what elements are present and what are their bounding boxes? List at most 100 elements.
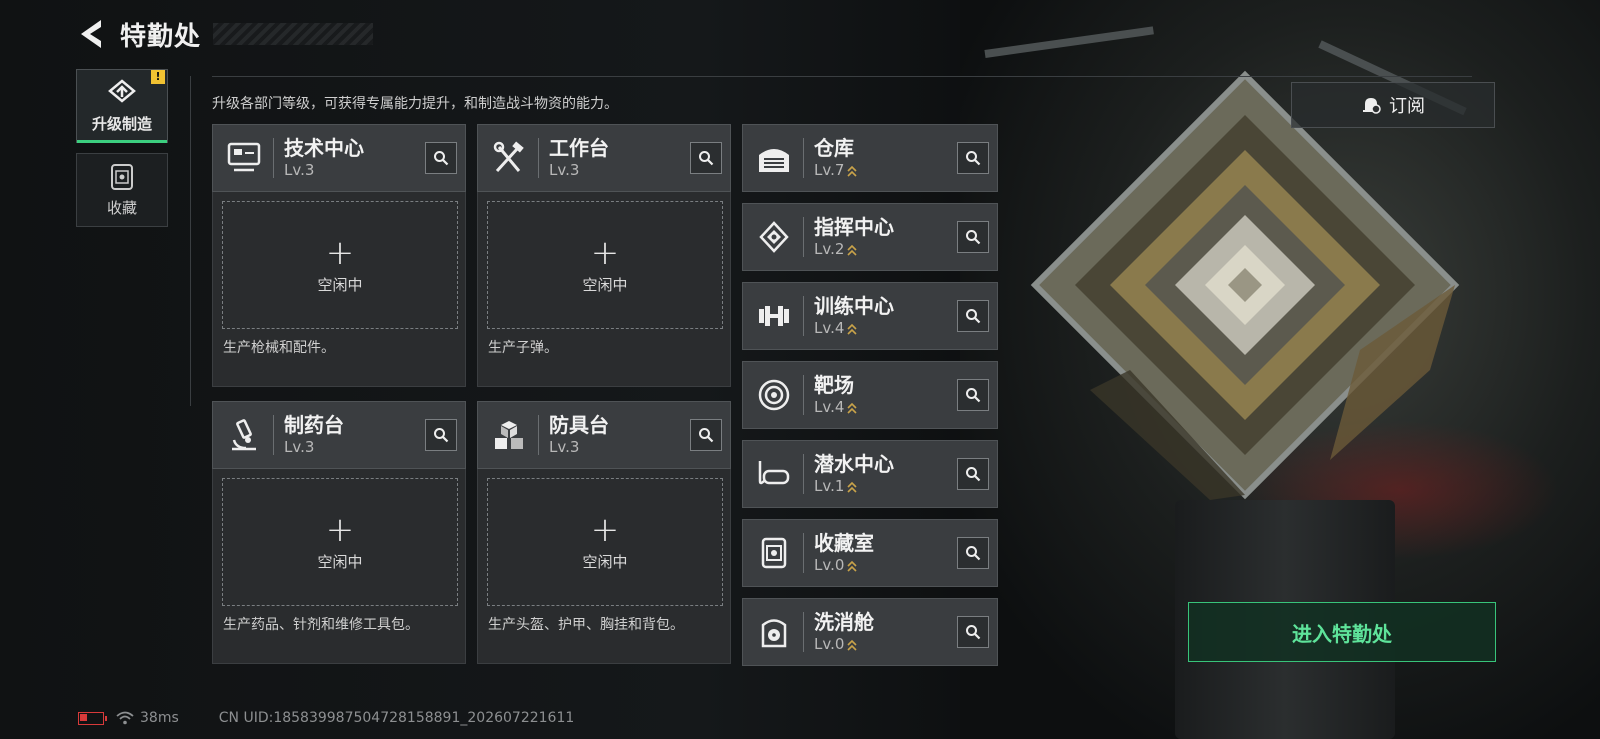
inspect-button[interactable] xyxy=(957,379,989,411)
facility-card[interactable]: 训练中心 Lv.4 xyxy=(742,282,998,350)
slot-status: 空闲中 xyxy=(317,552,363,571)
inspect-button[interactable] xyxy=(957,221,989,253)
facility-level: Lv.7 xyxy=(814,161,845,179)
slot-status: 空闲中 xyxy=(582,275,628,294)
facility-card[interactable]: 洗消舱 Lv.0 xyxy=(742,598,998,666)
facility-card[interactable]: 仓库 Lv.7 xyxy=(742,124,998,192)
bell-icon xyxy=(1363,98,1381,114)
station-description: 生产枪械和配件。 xyxy=(223,340,335,356)
collection-icon xyxy=(111,163,133,190)
facility-name: 仓库 xyxy=(814,136,854,160)
inspect-button[interactable] xyxy=(957,142,989,174)
plus-icon: + xyxy=(590,509,620,550)
production-slot[interactable]: + 空闲中 xyxy=(222,201,458,329)
level-up-icon xyxy=(847,165,857,177)
station-header[interactable]: 防具台 Lv.3 xyxy=(477,401,731,469)
level-up-icon xyxy=(847,323,857,335)
back-arrow-icon xyxy=(81,20,101,48)
station-level: Lv.3 xyxy=(284,161,315,179)
side-nav: ! 升级制造 收藏 xyxy=(76,69,168,237)
search-icon xyxy=(966,309,981,324)
station-name: 防具台 xyxy=(549,413,609,437)
station-card: 防具台 Lv.3 + 空闲中 生产头盔、护甲、胸挂和背包。 xyxy=(477,401,731,664)
slot-status: 空闲中 xyxy=(582,552,628,571)
facility-card[interactable]: 靶场 Lv.4 xyxy=(742,361,998,429)
search-icon xyxy=(434,151,449,166)
search-icon xyxy=(966,388,981,403)
subscribe-button[interactable]: 订阅 xyxy=(1291,82,1495,128)
back-button[interactable] xyxy=(78,16,106,52)
station-name: 制药台 xyxy=(284,413,344,437)
station-level: Lv.3 xyxy=(549,438,580,456)
facility-level: Lv.4 xyxy=(814,398,845,416)
facility-level: Lv.0 xyxy=(814,556,845,574)
nav-collection[interactable]: 收藏 xyxy=(76,153,168,227)
search-icon xyxy=(699,151,714,166)
facility-level: Lv.2 xyxy=(814,240,845,258)
station-description: 生产头盔、护甲、胸挂和背包。 xyxy=(488,617,684,633)
search-icon xyxy=(966,625,981,640)
target-icon xyxy=(758,379,790,411)
divider xyxy=(212,76,1472,77)
level-up-icon xyxy=(847,481,857,493)
facility-name: 靶场 xyxy=(814,373,854,397)
search-icon xyxy=(434,428,449,443)
plus-icon: + xyxy=(590,232,620,273)
facility-card[interactable]: 指挥中心 Lv.2 xyxy=(742,203,998,271)
tools-icon xyxy=(493,141,524,173)
search-icon xyxy=(966,230,981,245)
facility-name: 洗消舱 xyxy=(814,610,874,634)
station-header[interactable]: 技术中心 Lv.3 xyxy=(212,124,466,192)
decon-icon xyxy=(761,619,787,648)
facility-level: Lv.0 xyxy=(814,635,845,653)
nav-upgrade-craft[interactable]: ! 升级制造 xyxy=(76,69,168,143)
plus-icon: + xyxy=(325,232,355,273)
nav-label: 收藏 xyxy=(106,198,137,217)
station-header[interactable]: 制药台 Lv.3 xyxy=(212,401,466,469)
inspect-button[interactable] xyxy=(957,616,989,648)
search-icon xyxy=(966,467,981,482)
station-level: Lv.3 xyxy=(549,161,580,179)
facility-card[interactable]: 潜水中心 Lv.1 xyxy=(742,440,998,508)
battery-icon xyxy=(78,711,107,725)
slot-status: 空闲中 xyxy=(317,275,363,294)
production-slot[interactable]: + 空闲中 xyxy=(222,478,458,606)
inspect-button[interactable] xyxy=(690,142,722,174)
search-icon xyxy=(966,546,981,561)
nav-label: 升级制造 xyxy=(91,114,152,133)
facility-card[interactable]: 收藏室 Lv.0 xyxy=(742,519,998,587)
station-card: 技术中心 Lv.3 + 空闲中 生产枪械和配件。 xyxy=(212,124,466,387)
enter-label: 进入特勤处 xyxy=(1292,621,1392,646)
station-name: 工作台 xyxy=(549,136,609,160)
level-up-icon xyxy=(847,560,857,572)
cube-artwork xyxy=(1030,70,1460,500)
facility-name: 潜水中心 xyxy=(814,452,894,476)
facility-level: Lv.1 xyxy=(814,477,845,495)
inspect-button[interactable] xyxy=(957,458,989,490)
production-slot[interactable]: + 空闲中 xyxy=(487,478,723,606)
ping-value: 38ms xyxy=(140,710,179,726)
station-description: 生产药品、针剂和维修工具包。 xyxy=(223,617,419,633)
inspect-button[interactable] xyxy=(425,142,457,174)
inspect-button[interactable] xyxy=(957,300,989,332)
chip-icon xyxy=(759,221,789,253)
facility-name: 指挥中心 xyxy=(814,215,894,239)
production-slot[interactable]: + 空闲中 xyxy=(487,201,723,329)
inspect-button[interactable] xyxy=(690,419,722,451)
enter-special-ops-button[interactable]: 进入特勤处 xyxy=(1188,602,1496,662)
level-up-icon xyxy=(847,402,857,414)
inspect-button[interactable] xyxy=(425,419,457,451)
station-header[interactable]: 工作台 Lv.3 xyxy=(477,124,731,192)
status-bar: 38ms CN UID:1858399875047281588​91_20260… xyxy=(78,708,574,728)
station-card: 工作台 Lv.3 + 空闲中 生产子弹。 xyxy=(477,124,731,387)
facility-name: 训练中心 xyxy=(814,294,894,318)
microscope-icon xyxy=(232,419,256,451)
collection-icon xyxy=(761,537,787,569)
level-up-icon xyxy=(847,639,857,651)
facility-name: 收藏室 xyxy=(814,531,874,555)
station-body: + 空闲中 生产子弹。 xyxy=(477,192,731,387)
alert-badge: ! xyxy=(151,70,165,84)
station-body: + 空闲中 生产头盔、护甲、胸挂和背包。 xyxy=(477,469,731,664)
inspect-button[interactable] xyxy=(957,537,989,569)
page-header: 特勤处 xyxy=(78,14,374,54)
